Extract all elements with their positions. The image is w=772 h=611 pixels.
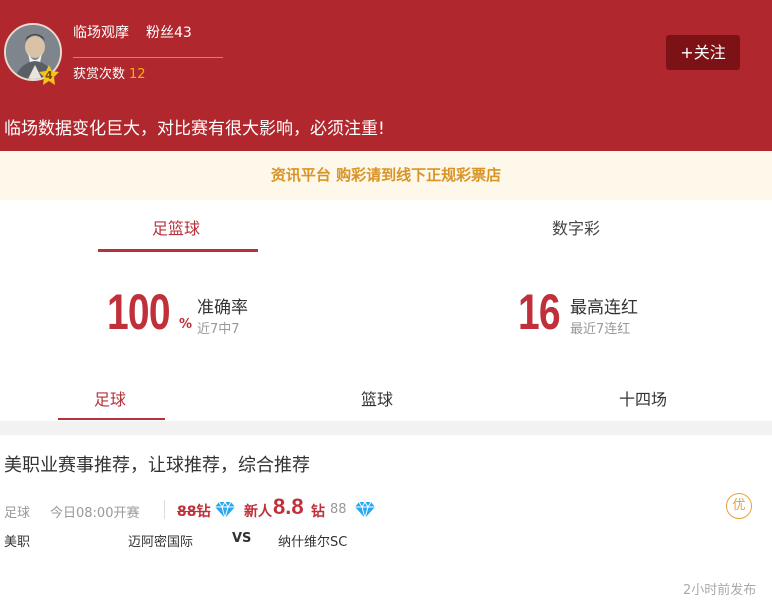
accuracy-unit: % bbox=[179, 317, 193, 332]
new-price: 8.8 bbox=[273, 494, 304, 519]
divider bbox=[164, 500, 165, 519]
active-tab-indicator bbox=[98, 249, 258, 252]
old-price: 88钻 bbox=[177, 504, 211, 520]
accuracy-title: 准确率 bbox=[197, 298, 248, 318]
accuracy-value: 100 bbox=[107, 284, 171, 340]
section-divider bbox=[0, 421, 772, 435]
accuracy-sub: 近7中7 bbox=[197, 322, 240, 337]
new-user-label: 新人 bbox=[244, 504, 272, 520]
level-number: 4 bbox=[45, 69, 53, 82]
streak-sub: 最近7连红 bbox=[570, 322, 631, 337]
level-badge-icon: 4 bbox=[39, 65, 59, 85]
tab-soccer[interactable]: 足球 bbox=[94, 386, 126, 410]
match-home-team: 迈阿密国际 bbox=[128, 535, 194, 550]
rewards-value: 12 bbox=[129, 67, 146, 82]
profile-header: 4 临场观摩 粉丝43 获赏次数 12 +关注 临场数据变化巨大，对比赛有很大影响… bbox=[0, 0, 772, 151]
original-price: 88 bbox=[330, 502, 347, 517]
tab-basketball[interactable]: 篮球 bbox=[361, 386, 393, 410]
match-vs: VS bbox=[232, 531, 252, 546]
fans-count: 粉丝43 bbox=[146, 25, 192, 41]
divider bbox=[73, 57, 223, 58]
posted-time: 2小时前发布 bbox=[683, 583, 757, 598]
tab-fourteen-games[interactable]: 十四场 bbox=[619, 386, 667, 410]
premium-badge: 优 bbox=[726, 493, 752, 519]
post-sport: 足球 bbox=[4, 506, 31, 521]
streak-value: 16 bbox=[518, 284, 561, 340]
streak-title: 最高连红 bbox=[570, 298, 638, 318]
post-title[interactable]: 美职业赛事推荐，让球推荐，综合推荐 bbox=[4, 451, 310, 477]
diamond-icon bbox=[355, 501, 375, 519]
rewards-count: 获赏次数 12 bbox=[73, 63, 146, 82]
follow-button[interactable]: +关注 bbox=[666, 35, 740, 70]
profile-slogan: 临场数据变化巨大，对比赛有很大影响，必须注重! bbox=[4, 119, 385, 139]
user-name: 临场观摩 bbox=[73, 25, 129, 41]
tab-football-basketball[interactable]: 足篮球 bbox=[152, 215, 200, 239]
tab-digital-lottery[interactable]: 数字彩 bbox=[552, 215, 600, 239]
notice-banner: 资讯平台 购彩请到线下正规彩票店 bbox=[0, 151, 772, 200]
diamond-icon bbox=[215, 501, 235, 519]
match-away-team: 纳什维尔SC bbox=[278, 535, 348, 550]
post-time: 今日08:00开赛 bbox=[50, 506, 140, 521]
new-price-unit: 钻 bbox=[311, 504, 325, 520]
active-subtab-indicator bbox=[58, 418, 165, 420]
rewards-label: 获赏次数 bbox=[73, 67, 126, 82]
match-league: 美职 bbox=[4, 535, 31, 550]
